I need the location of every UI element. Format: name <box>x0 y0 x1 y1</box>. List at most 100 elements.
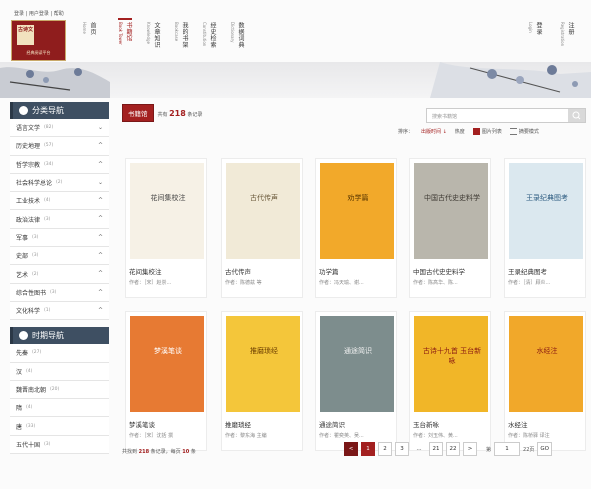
book-author: 作者：陈桥驿 译注 <box>508 433 550 439</box>
book-card[interactable]: 花间集校注 花间集校注 作者：［宋］赵崇... <box>125 158 207 298</box>
book-cover[interactable]: 梦溪笔谈 <box>130 316 204 412</box>
logo-seal: 古诗文 <box>17 25 34 45</box>
sidebar-item-category[interactable]: 综合性图书 (3) ^ <box>10 283 109 302</box>
book-title[interactable]: 推磨琐经 <box>225 419 251 429</box>
chevron-up-icon[interactable]: ^ <box>98 289 103 296</box>
book-title[interactable]: 梦溪笔谈 <box>129 419 155 429</box>
search-button[interactable] <box>568 109 585 122</box>
sidebar-item-label: 艺术 <box>16 271 29 279</box>
book-title[interactable]: 水经注 <box>508 419 528 429</box>
sidebar-item-era[interactable]: 唐 (33) <box>10 417 109 436</box>
prev-page-button[interactable]: < <box>344 442 358 456</box>
book-card[interactable]: 中国古代史史料学 中国古代史史料学 作者：陈高华、陈... <box>409 158 491 298</box>
page-button-21[interactable]: 21 <box>429 442 443 456</box>
chevron-down-icon[interactable]: ⌄ <box>98 124 103 131</box>
sidebar-item-label: 魏晋南北朝 <box>16 387 47 394</box>
book-cover[interactable]: 劝学篇 <box>320 163 394 259</box>
sort-by-hot[interactable]: 热度 <box>455 128 465 135</box>
view-list-toggle[interactable]: 摘要模式 <box>509 128 539 135</box>
page-jump-input[interactable]: 1 <box>494 442 521 456</box>
page-button-1[interactable]: 1 <box>361 442 375 456</box>
nav-item-login[interactable]: Login 登录 <box>528 22 542 35</box>
book-cover[interactable]: 中国古代史史料学 <box>414 163 488 259</box>
chevron-down-icon[interactable]: ⌄ <box>98 179 103 186</box>
sidebar-item-category[interactable]: 工业技术 (4) ^ <box>10 192 109 211</box>
chevron-up-icon[interactable]: ^ <box>98 234 103 241</box>
sidebar-item-category[interactable]: 历史地理 (57) ^ <box>10 137 109 156</box>
book-cover[interactable]: 王录纪典图考 <box>509 163 583 259</box>
chevron-up-icon[interactable]: ^ <box>98 252 103 259</box>
chevron-up-icon[interactable]: ^ <box>98 307 103 314</box>
search-placeholder: 搜索书籍馆 <box>432 114 458 120</box>
sidebar-item-era[interactable]: 隋 (4) <box>10 399 109 418</box>
page: 登录 | 用户登录 | 帮助 古诗文 经典阅读平台 Home 首页 Book T… <box>0 0 591 489</box>
sidebar-item-label: 唐 <box>16 423 23 431</box>
pager-per-page: 10 <box>182 449 190 455</box>
decorative-banner <box>0 62 591 98</box>
book-cover[interactable]: 古诗十九首 玉台新咏 <box>414 316 488 412</box>
page-button-2[interactable]: 2 <box>378 442 392 456</box>
sidebar-item-category[interactable]: 哲学宗教 (34) ^ <box>10 155 109 174</box>
chevron-up-icon[interactable]: ^ <box>98 161 103 168</box>
book-card[interactable]: 梦溪笔谈 梦溪笔谈 作者：［宋］沈括 撰 <box>125 311 207 451</box>
nav-item-constitution[interactable]: Constitution 经史检索 <box>202 22 216 48</box>
nav-item-dictionary[interactable]: Dictionary 数据词典 <box>230 22 244 48</box>
nav-item-en: Constitution <box>202 22 207 47</box>
sidebar-item-category[interactable]: 政治法律 (3) ^ <box>10 210 109 229</box>
book-title[interactable]: 功学篇 <box>319 266 339 276</box>
sidebar-item-category[interactable]: 史部 (3) ^ <box>10 247 109 266</box>
nav-item-en: Login <box>528 22 533 33</box>
book-card[interactable]: 古代传声 古代传声 作者：陈德兹 等 <box>221 158 303 298</box>
book-cover[interactable]: 水经注 <box>509 316 583 412</box>
nav-item-register[interactable]: Registration 注册 <box>560 22 574 46</box>
sidebar-item-category[interactable]: 语言文学 (82) ⌄ <box>10 119 109 138</box>
book-cover[interactable]: 通途简识 <box>320 316 394 412</box>
jump-suffix: 22页 <box>523 446 535 453</box>
chevron-up-icon[interactable]: ^ <box>98 270 103 277</box>
page-button-22[interactable]: 22 <box>446 442 460 456</box>
nav-item-knowledge[interactable]: Knowledge 文章知识 <box>146 22 160 48</box>
chevron-up-icon[interactable]: ^ <box>98 197 103 204</box>
nav-item-bookcase[interactable]: Bookcase 我的书架 <box>174 22 188 48</box>
go-button[interactable]: GO <box>537 442 552 456</box>
next-page-button[interactable]: > <box>463 442 477 456</box>
site-logo[interactable]: 古诗文 经典阅读平台 <box>11 20 66 61</box>
book-cover[interactable]: 花间集校注 <box>130 163 204 259</box>
nav-item-book-tower[interactable]: Book Tower 书籍馆 <box>118 22 132 45</box>
book-card[interactable]: 古诗十九首 玉台新咏 玉台新咏 作者：刘玉伟、黄... <box>409 311 491 451</box>
book-title[interactable]: 花间集校注 <box>129 266 162 276</box>
nav-item-en: Bookcase <box>174 22 179 42</box>
sidebar-item-era[interactable]: 汉 (4) <box>10 362 109 381</box>
sidebar-item-era[interactable]: 魏晋南北朝 (20) <box>10 380 109 400</box>
book-title[interactable]: 王录纪典图考 <box>508 266 547 276</box>
chevron-up-icon[interactable]: ^ <box>98 215 103 222</box>
view-grid-toggle[interactable]: 图片列表 <box>472 128 502 135</box>
book-card[interactable]: 劝学篇 功学篇 作者：冯天瑜、谢... <box>315 158 397 298</box>
search-input[interactable]: 搜索书籍馆 <box>426 108 586 123</box>
sidebar-item-category[interactable]: 军事 (3) ^ <box>10 228 109 248</box>
nav-item-home[interactable]: Home 首页 <box>82 22 96 35</box>
book-cover[interactable]: 古代传声 <box>226 163 300 259</box>
book-card[interactable]: 水经注 水经注 作者：陈桥驿 译注 <box>504 311 586 451</box>
page-button-3[interactable]: 3 <box>395 442 409 456</box>
sort-by-time[interactable]: 出版时间 ↓ <box>421 128 447 135</box>
search-icon <box>572 111 581 120</box>
sidebar-item-category[interactable]: 艺术 (2) ^ <box>10 265 109 284</box>
sidebar-item-category[interactable]: 文化科学 (1) ^ <box>10 301 109 321</box>
category-nav-header: 分类导航 <box>10 102 109 119</box>
book-title[interactable]: 玉台新咏 <box>413 419 439 429</box>
book-card[interactable]: 通途简识 通途简识 作者：瞿奕英、吴... <box>315 311 397 451</box>
sidebar-item-era[interactable]: 先秦 (27) <box>10 344 109 363</box>
book-card[interactable]: 王录纪典图考 王录纪典图考 作者：［清］顾炎... <box>504 158 586 298</box>
top-links[interactable]: 登录 | 用户登录 | 帮助 <box>14 10 64 17</box>
book-title[interactable]: 通途简识 <box>319 419 345 429</box>
sidebar-item-era[interactable]: 五代十国 (3) <box>10 435 109 455</box>
book-title[interactable]: 古代传声 <box>225 266 251 276</box>
sidebar-item-category[interactable]: 社会科学总论 (2) ⌄ <box>10 173 109 193</box>
book-cover[interactable]: 推磨琐经 <box>226 316 300 412</box>
book-title[interactable]: 中国古代史史料学 <box>413 266 465 276</box>
chevron-up-icon[interactable]: ^ <box>98 142 103 149</box>
sidebar-item-label: 隋 <box>16 405 23 413</box>
book-card[interactable]: 推磨琐经 推磨琐经 作者：黎东海 主编 <box>221 311 303 451</box>
nav-item-en: Dictionary <box>230 22 235 43</box>
